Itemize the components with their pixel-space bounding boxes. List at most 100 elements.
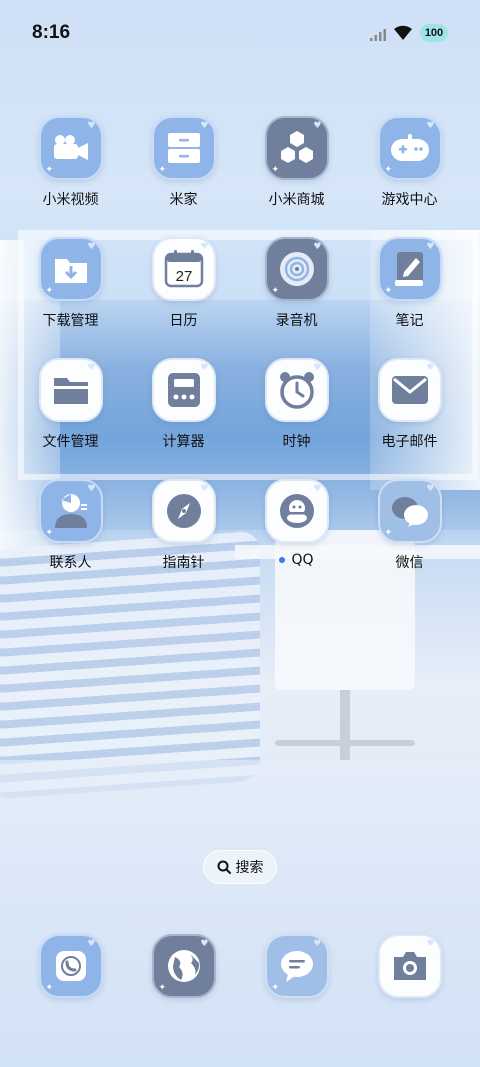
mail-icon xyxy=(391,376,428,404)
app-label: 日历 xyxy=(169,313,198,329)
heart-decoration-icon: ♥ xyxy=(313,939,322,949)
app-label: 小米视频 xyxy=(42,192,99,208)
app-icon-tile[interactable]: ♥ ✦ xyxy=(151,116,216,180)
app-icon-tile[interactable]: ♥ ✦ xyxy=(377,237,442,301)
recorder-icon xyxy=(279,252,314,286)
app-label-text: QQ xyxy=(291,552,314,568)
app-label: 微信 xyxy=(395,555,424,571)
sparkle-decoration-icon: ✦ xyxy=(271,528,280,538)
heart-decoration-icon: ♥ xyxy=(87,939,96,949)
app-icon-tile[interactable]: ♥ ✦ xyxy=(377,934,442,998)
sparkle-decoration-icon: ✦ xyxy=(384,528,393,538)
app-label: 下载管理 xyxy=(42,313,99,329)
sparkle-decoration-icon: ✦ xyxy=(271,165,280,175)
dock-app-phone[interactable]: ♥ ✦ xyxy=(14,934,127,1000)
app-clock[interactable]: ♥ ✦ 时钟 xyxy=(240,358,353,479)
cell-signal-icon xyxy=(370,29,386,41)
dock-app-browser[interactable]: ♥ ✦ xyxy=(127,934,240,1000)
sparkle-decoration-icon: ✦ xyxy=(158,165,167,175)
app-label: 米家 xyxy=(169,192,198,208)
sparkle-decoration-icon: ✦ xyxy=(45,165,54,175)
sparkle-decoration-icon: ✦ xyxy=(384,286,393,296)
dock-app-camera[interactable]: ♥ ✦ xyxy=(353,934,466,1000)
sparkle-decoration-icon: ✦ xyxy=(45,286,54,296)
app-icon-tile[interactable]: ♥ ✦ xyxy=(38,116,103,180)
hexagon-store-icon xyxy=(280,131,313,163)
app-notes[interactable]: ♥ ✦ 笔记 xyxy=(353,237,466,358)
heart-decoration-icon: ♥ xyxy=(200,242,209,252)
app-qq[interactable]: ♥ ✦ QQ xyxy=(240,479,353,600)
app-icon-tile[interactable]: ♥ ✦ xyxy=(377,479,442,543)
wechat-icon xyxy=(391,497,428,527)
app-icon-tile[interactable]: ♥ ✦ xyxy=(264,479,329,543)
download-folder-icon xyxy=(54,259,87,283)
heart-decoration-icon: ♥ xyxy=(200,121,209,131)
app-icon-tile[interactable]: ♥ ✦ xyxy=(264,237,329,301)
calendar-icon: 27 xyxy=(164,250,203,288)
app-label: 时钟 xyxy=(282,434,311,450)
app-icon-tile[interactable]: ♥ ✦ xyxy=(264,934,329,998)
app-mi-store[interactable]: ♥ ✦ 小米商城 xyxy=(240,116,353,237)
heart-decoration-icon: ♥ xyxy=(426,939,435,949)
app-email[interactable]: ♥ ✦ 电子邮件 xyxy=(353,358,466,479)
app-label: 联系人 xyxy=(49,555,92,571)
heart-decoration-icon: ♥ xyxy=(426,121,435,131)
notes-icon xyxy=(394,252,423,286)
sparkle-decoration-icon: ✦ xyxy=(158,407,167,417)
status-bar: 8:16 100 xyxy=(0,0,480,68)
sparkle-decoration-icon: ✦ xyxy=(384,983,393,993)
app-game-center[interactable]: ♥ ✦ 游戏中心 xyxy=(353,116,466,237)
search-label: 搜索 xyxy=(235,860,264,876)
app-icon-tile[interactable]: ♥ ✦ xyxy=(38,358,103,422)
app-icon-tile[interactable]: ♥ ✦ xyxy=(377,116,442,180)
heart-decoration-icon: ♥ xyxy=(313,242,322,252)
heart-decoration-icon: ♥ xyxy=(200,939,209,949)
gamepad-icon xyxy=(390,134,429,161)
app-icon-tile[interactable]: ♥ ✦ xyxy=(38,479,103,543)
calculator-icon xyxy=(167,373,200,407)
app-file-manager[interactable]: ♥ ✦ 文件管理 xyxy=(14,358,127,479)
heart-decoration-icon: ♥ xyxy=(87,363,96,373)
app-icon-tile[interactable]: ♥ ✦ xyxy=(151,934,216,998)
mijia-cabinet-icon xyxy=(167,133,200,163)
app-icon-tile[interactable]: ♥ ✦ xyxy=(151,358,216,422)
home-search-button[interactable]: 搜索 xyxy=(203,850,277,884)
heart-decoration-icon: ♥ xyxy=(313,484,322,494)
phone-icon xyxy=(55,951,86,981)
calendar-date: 27 xyxy=(175,268,192,285)
app-label: 指南针 xyxy=(162,555,205,571)
heart-decoration-icon: ♥ xyxy=(200,484,209,494)
app-icon-tile[interactable]: ♥ ✦ xyxy=(264,116,329,180)
app-icon-tile[interactable]: ♥ ✦ xyxy=(151,479,216,543)
app-label: 笔记 xyxy=(395,313,424,329)
sparkle-decoration-icon: ✦ xyxy=(384,407,393,417)
heart-decoration-icon: ♥ xyxy=(426,484,435,494)
contacts-icon xyxy=(54,494,87,528)
app-icon-tile[interactable]: 27 ♥ ✦ xyxy=(151,237,216,301)
app-label: 文件管理 xyxy=(42,434,99,450)
heart-decoration-icon: ♥ xyxy=(87,121,96,131)
app-calculator[interactable]: ♥ ✦ 计算器 xyxy=(127,358,240,479)
status-time: 8:16 xyxy=(32,22,71,43)
app-recorder[interactable]: ♥ ✦ 录音机 xyxy=(240,237,353,358)
wallpaper-chair-leg xyxy=(340,690,350,760)
heart-decoration-icon: ♥ xyxy=(200,363,209,373)
sparkle-decoration-icon: ✦ xyxy=(158,983,167,993)
new-install-dot xyxy=(279,557,286,563)
app-contacts[interactable]: ♥ ✦ 联系人 xyxy=(14,479,127,600)
app-icon-tile[interactable]: ♥ ✦ xyxy=(38,237,103,301)
app-icon-tile[interactable]: ♥ ✦ xyxy=(377,358,442,422)
browser-globe-icon xyxy=(167,950,200,982)
app-compass[interactable]: ♥ ✦ 指南针 xyxy=(127,479,240,600)
app-icon-tile[interactable]: ♥ ✦ xyxy=(264,358,329,422)
app-mijia[interactable]: ♥ ✦ 米家 xyxy=(127,116,240,237)
app-icon-tile[interactable]: ♥ ✦ xyxy=(38,934,103,998)
app-download-manager[interactable]: ♥ ✦ 下载管理 xyxy=(14,237,127,358)
app-calendar[interactable]: 27 ♥ ✦ 日历 xyxy=(127,237,240,358)
app-wechat[interactable]: ♥ ✦ 微信 xyxy=(353,479,466,600)
sparkle-decoration-icon: ✦ xyxy=(45,407,54,417)
wallpaper-chair-base xyxy=(275,740,415,746)
dock-app-messages[interactable]: ♥ ✦ xyxy=(240,934,353,1000)
app-mi-video[interactable]: ♥ ✦ 小米视频 xyxy=(14,116,127,237)
sparkle-decoration-icon: ✦ xyxy=(158,286,167,296)
